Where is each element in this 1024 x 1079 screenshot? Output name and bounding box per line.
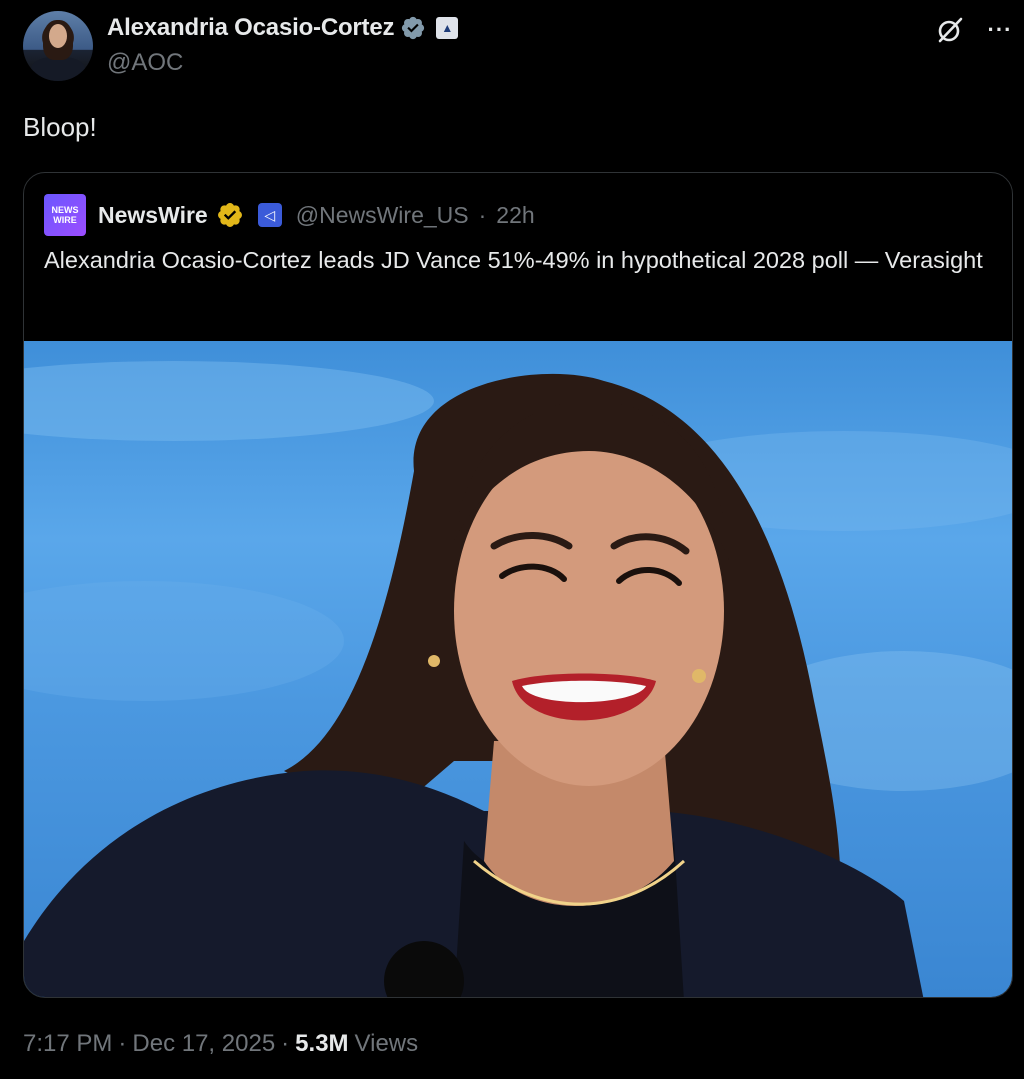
quoted-handle[interactable]: @NewsWire_US [296, 202, 469, 229]
quoted-tweet-photo[interactable] [24, 341, 1012, 997]
tweet-text: Bloop! [23, 112, 97, 142]
meta-separator: · [281, 1030, 290, 1057]
newswire-logo[interactable]: NEWS WIRE [44, 194, 86, 236]
capitol-icon[interactable]: ▲ [436, 17, 459, 39]
gold-verified-badge-icon[interactable] [216, 201, 244, 229]
more-options-icon[interactable]: ··· [984, 14, 1016, 46]
views-count[interactable]: 5.3M [295, 1030, 348, 1058]
newswire-logo-text: NEWS WIRE [51, 205, 79, 225]
author-display-name[interactable]: Alexandria Ocasio-Cortez [107, 14, 394, 42]
grok-icon[interactable] [934, 14, 966, 46]
quoted-tweet-header: NEWS WIRE NewsWire ◁ @NewsWire_US · 22h [44, 193, 535, 237]
author-handle[interactable]: @AOC [107, 49, 183, 77]
verified-badge-icon[interactable] [400, 15, 426, 41]
tweet: Alexandria Ocasio-Cortez ▲ @AOC ··· Bloo… [0, 0, 1024, 1079]
photo-illustration [24, 361, 1012, 997]
quoted-display-name[interactable]: NewsWire [98, 202, 208, 229]
quoted-tweet-card[interactable]: NEWS WIRE NewsWire ◁ @NewsWire_US · 22h … [23, 172, 1013, 998]
quoted-tweet-text: Alexandria Ocasio-Cortez leads JD Vance … [44, 247, 983, 273]
author-avatar[interactable] [23, 11, 93, 81]
views-label: Views [354, 1030, 419, 1057]
quoted-timestamp[interactable]: 22h [496, 202, 534, 229]
tweet-time[interactable]: 7:17 PM [23, 1030, 112, 1058]
quoted-separator: · [478, 201, 487, 228]
tweet-date[interactable]: Dec 17, 2025 [132, 1030, 275, 1058]
tweet-meta: 7:17 PM · Dec 17, 2025 · 5.3M Views [23, 1030, 418, 1058]
newswire-affiliate-icon[interactable]: ◁ [257, 203, 282, 227]
author-name-row: Alexandria Ocasio-Cortez ▲ [107, 12, 459, 44]
meta-separator: · [118, 1030, 127, 1057]
